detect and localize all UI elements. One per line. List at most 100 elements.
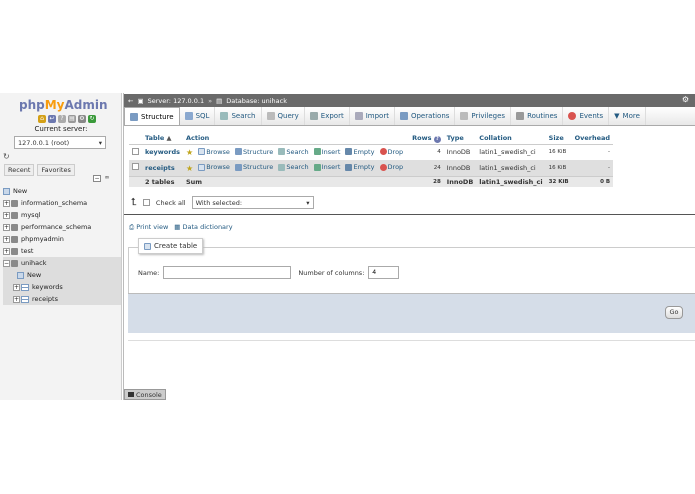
empty-action[interactable]: Empty bbox=[345, 163, 374, 171]
check-all-label[interactable]: Check all bbox=[156, 199, 186, 207]
tree-item-receipts[interactable]: + receipts bbox=[3, 293, 121, 305]
with-selected-dropdown[interactable]: With selected: ▾ bbox=[191, 196, 314, 209]
docs-icon[interactable]: ▤ bbox=[68, 115, 76, 123]
tab-more[interactable]: ▼ More bbox=[609, 107, 646, 125]
tab-import[interactable]: Import bbox=[350, 107, 395, 125]
tab-routines[interactable]: Routines bbox=[511, 107, 564, 125]
help-icon[interactable]: ? bbox=[58, 115, 66, 123]
favorite-star-icon[interactable]: ★ bbox=[186, 148, 193, 157]
collapse-sidebar-icon[interactable]: ← bbox=[128, 97, 133, 105]
database-icon bbox=[11, 223, 18, 231]
link-icon[interactable]: ∞ bbox=[103, 175, 111, 182]
column-header-size[interactable]: Size bbox=[545, 133, 572, 145]
tab-sql[interactable]: SQL bbox=[180, 107, 216, 125]
breadcrumb-database[interactable]: Database: unihack bbox=[226, 97, 287, 105]
search-action[interactable]: Search bbox=[278, 147, 309, 156]
logo-admin: Admin bbox=[64, 98, 108, 112]
collapse-icon[interactable]: − bbox=[3, 259, 10, 267]
print-view-link[interactable]: ⎙ Print view bbox=[129, 223, 168, 232]
logout-icon[interactable]: ↩ bbox=[48, 115, 56, 123]
structure-action[interactable]: Structure bbox=[235, 148, 273, 156]
breadcrumb-server[interactable]: Server: 127.0.0.1 bbox=[148, 97, 204, 105]
expand-icon[interactable]: + bbox=[13, 283, 20, 291]
tab-privileges[interactable]: Privileges bbox=[455, 107, 512, 125]
tree-item-keywords[interactable]: + keywords bbox=[3, 281, 121, 293]
action-label: Drop bbox=[387, 147, 404, 156]
reload-icon[interactable]: ↻ bbox=[88, 115, 96, 123]
data-dictionary-link[interactable]: ▦ Data dictionary bbox=[174, 223, 232, 232]
column-header-overhead[interactable]: Overhead bbox=[571, 133, 614, 145]
expand-icon[interactable]: + bbox=[13, 295, 20, 303]
server-select[interactable]: 127.0.0.1 (root) ▾ bbox=[14, 136, 106, 149]
row-size[interactable]: 16 KiB bbox=[545, 160, 572, 176]
tab-recent[interactable]: Recent bbox=[4, 164, 35, 176]
tree-item-phpmyadmin[interactable]: + phpmyadmin bbox=[3, 233, 121, 245]
tab-events[interactable]: Events bbox=[563, 107, 610, 125]
action-label: Search bbox=[286, 147, 309, 156]
row-checkbox[interactable] bbox=[132, 163, 139, 171]
browse-action[interactable]: Browse bbox=[198, 148, 230, 156]
settings-icon[interactable]: ⚙ bbox=[78, 115, 86, 123]
row-checkbox[interactable] bbox=[132, 147, 139, 155]
tree-item-new-table[interactable]: New bbox=[3, 269, 121, 281]
check-all-checkbox[interactable] bbox=[142, 199, 150, 206]
expand-icon[interactable]: + bbox=[3, 199, 10, 207]
tree-item-performance-schema[interactable]: + performance_schema bbox=[3, 221, 121, 233]
phpmyadmin-logo[interactable]: phpMyAdmin bbox=[19, 98, 108, 112]
tab-export[interactable]: Export bbox=[305, 107, 350, 125]
insert-action[interactable]: Insert bbox=[313, 163, 340, 171]
table-name-input[interactable] bbox=[163, 266, 292, 279]
gear-icon[interactable]: ⚙ bbox=[682, 95, 689, 104]
columns-input[interactable] bbox=[368, 266, 400, 279]
server-select-value: 127.0.0.1 (root) bbox=[18, 139, 70, 147]
tab-search[interactable]: Search bbox=[215, 107, 262, 125]
sum-table-count: 2 tables bbox=[142, 175, 183, 187]
sum-size: 32 KiB bbox=[545, 175, 572, 187]
column-header-collation[interactable]: Collation bbox=[476, 133, 546, 145]
sum-engine: InnoDB bbox=[443, 175, 477, 187]
structure-action[interactable]: Structure bbox=[235, 163, 273, 171]
sum-overhead: 0 B bbox=[571, 175, 614, 187]
expand-icon[interactable]: + bbox=[3, 223, 10, 231]
console-label: Console bbox=[136, 390, 162, 399]
favorite-star-icon[interactable]: ★ bbox=[186, 164, 193, 173]
insert-action[interactable]: Insert bbox=[313, 147, 341, 156]
tree-item-new[interactable]: New bbox=[3, 185, 121, 197]
tab-structure[interactable]: Structure bbox=[124, 107, 180, 125]
drop-action[interactable]: Drop bbox=[379, 163, 403, 171]
tree-item-information-schema[interactable]: + information_schema bbox=[3, 197, 121, 209]
expand-icon[interactable]: + bbox=[3, 247, 10, 255]
tree-item-mysql[interactable]: + mysql bbox=[3, 209, 121, 221]
tree-item-unihack[interactable]: − unihack bbox=[3, 257, 121, 269]
tree-item-label: unihack bbox=[21, 259, 47, 267]
expand-icon[interactable]: + bbox=[3, 211, 10, 219]
home-icon[interactable]: ⌂ bbox=[38, 115, 46, 123]
browse-action[interactable]: Browse bbox=[198, 163, 230, 171]
tree-item-test[interactable]: + test bbox=[3, 245, 121, 257]
panel-divider[interactable] bbox=[123, 93, 124, 400]
empty-action[interactable]: Empty bbox=[345, 148, 374, 156]
tab-query[interactable]: Query bbox=[262, 107, 305, 125]
column-header-rows[interactable]: Rows ? bbox=[409, 133, 444, 145]
table-name-link[interactable]: keywords bbox=[142, 144, 183, 160]
console-toggle[interactable]: Console bbox=[124, 389, 166, 400]
reload-navigation-icon[interactable]: ↻ bbox=[3, 152, 10, 161]
tab-operations[interactable]: Operations bbox=[395, 107, 456, 125]
search-icon bbox=[220, 112, 229, 120]
expand-icon[interactable]: + bbox=[3, 235, 10, 243]
tab-favorites[interactable]: Favorites bbox=[37, 164, 75, 176]
collapse-all-icon[interactable]: − bbox=[93, 175, 101, 182]
go-button[interactable]: Go bbox=[665, 306, 683, 319]
row-size[interactable]: 16 KiB bbox=[545, 144, 572, 160]
column-header-table[interactable]: Table ▲ bbox=[142, 133, 183, 145]
search-action[interactable]: Search bbox=[278, 163, 309, 171]
caret-down-icon: ▼ bbox=[614, 112, 620, 120]
create-table-footer bbox=[128, 293, 695, 333]
help-icon[interactable]: ? bbox=[433, 135, 441, 143]
action-label: Insert bbox=[321, 147, 341, 156]
row-checkbox-cell bbox=[129, 160, 142, 176]
column-header-type[interactable]: Type bbox=[443, 133, 477, 145]
table-name-link[interactable]: receipts bbox=[142, 160, 183, 176]
breadcrumb: ← ▣ Server: 127.0.0.1 » ▤ Database: unih… bbox=[124, 94, 695, 107]
drop-action[interactable]: Drop bbox=[379, 147, 404, 156]
